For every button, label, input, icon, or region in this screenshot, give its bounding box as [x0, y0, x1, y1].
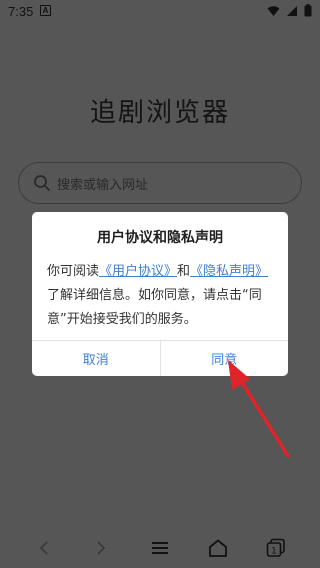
dialog-title: 用户协议和隐私声明 [97, 230, 223, 246]
status-time: 7:35 [8, 4, 34, 19]
bottom-nav: 1 [0, 528, 320, 568]
search-icon [34, 175, 50, 191]
back-button[interactable] [32, 536, 56, 560]
forward-button[interactable] [89, 536, 113, 560]
back-icon [39, 541, 48, 555]
search-placeholder: 搜索或输入网址 [57, 177, 149, 193]
dialog-actions: 取消 同意 [32, 340, 288, 376]
battery-icon [304, 4, 312, 17]
app-title: 追剧浏览器 [89, 98, 230, 128]
status-bar: 7:35 A [0, 0, 320, 24]
privacy-dialog: 用户协议和隐私声明 你可阅读《用户协议》和《隐私声明》了解详细信息。如你同意，请… [32, 212, 288, 376]
cancel-button[interactable]: 取消 [32, 341, 160, 376]
home-button[interactable] [206, 536, 230, 560]
body-suffix: 了解详细信息。如你同意，请点击“同意”开始接受我们的服务。 [47, 288, 262, 327]
tabs-button[interactable]: 1 [264, 536, 288, 560]
wifi-icon [267, 5, 280, 16]
body-and: 和 [177, 264, 191, 279]
body-prefix: 你可阅读 [47, 264, 100, 279]
tabs-icon: 1 [266, 538, 285, 557]
menu-button[interactable] [148, 536, 172, 560]
signal-icon [287, 5, 297, 16]
dialog-body: 你可阅读《用户协议》和《隐私声明》了解详细信息。如你同意，请点击“同意”开始接受… [47, 260, 277, 332]
agree-button[interactable]: 同意 [159, 341, 289, 376]
notification-a-icon: A [40, 5, 51, 16]
forward-icon [97, 541, 106, 555]
status-icons [267, 4, 312, 17]
tab-count: 1 [271, 547, 277, 557]
menu-icon [152, 542, 168, 554]
home-icon [209, 539, 227, 557]
privacy-statement-link[interactable]: 《隐私声明》 [190, 264, 268, 279]
search-input[interactable]: 搜索或输入网址 [18, 162, 302, 204]
user-agreement-link[interactable]: 《用户协议》 [99, 264, 177, 279]
